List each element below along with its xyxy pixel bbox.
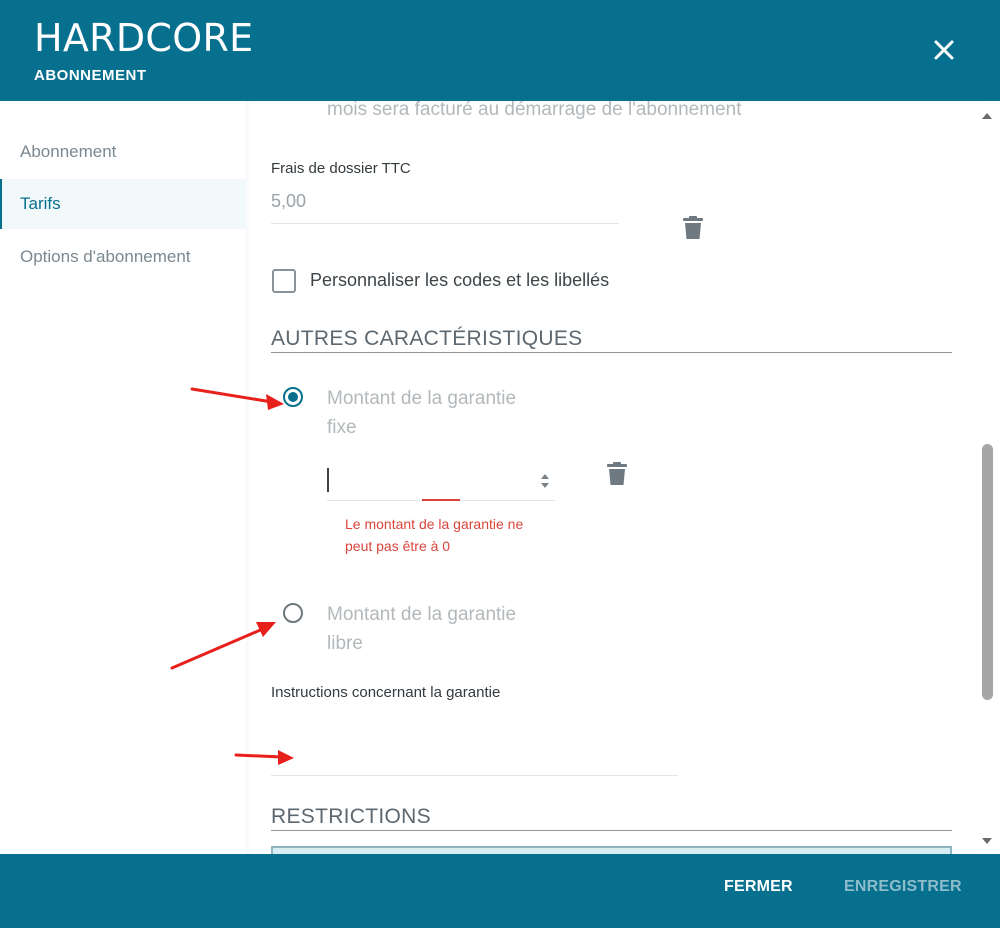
restrictions-panel[interactable] bbox=[271, 846, 952, 854]
content-scrollbar[interactable] bbox=[978, 101, 1000, 854]
spinner-arrows-icon[interactable] bbox=[540, 471, 550, 491]
close-icon bbox=[934, 40, 954, 60]
frais-input[interactable]: 5,00 bbox=[271, 191, 306, 212]
section-divider bbox=[271, 830, 952, 831]
fermer-button[interactable]: FERMER bbox=[724, 878, 793, 896]
partial-text: mois sera facturé au démarrage de l'abon… bbox=[327, 101, 742, 120]
enregistrer-button[interactable]: ENREGISTRER bbox=[844, 878, 962, 896]
autres-section-title: AUTRES CARACTÉRISTIQUES bbox=[271, 327, 583, 350]
garantie-error-2: peut pas être à 0 bbox=[345, 538, 451, 554]
garantie-fixe-label-2: fixe bbox=[327, 417, 357, 438]
scroll-thumb[interactable] bbox=[982, 444, 993, 700]
error-underline-accent bbox=[422, 499, 460, 501]
restrictions-section-title: RESTRICTIONS bbox=[271, 805, 431, 828]
sidebar-nav: Abonnement Tarifs Options d'abonnement bbox=[0, 101, 246, 854]
sidebar-item-label: Tarifs bbox=[20, 194, 61, 213]
trash-icon bbox=[607, 462, 627, 485]
garantie-fixe-label-1: Montant de la garantie bbox=[327, 388, 517, 409]
scroll-up-icon[interactable] bbox=[981, 111, 993, 121]
sidebar-item-label: Abonnement bbox=[20, 142, 117, 161]
text-cursor bbox=[327, 468, 329, 492]
trash-icon bbox=[683, 216, 703, 239]
sidebar-item-label: Options d'abonnement bbox=[20, 247, 191, 266]
instructions-label: Instructions concernant la garantie bbox=[271, 684, 501, 701]
frais-underline bbox=[271, 223, 619, 224]
garantie-error-1: Le montant de la garantie ne bbox=[345, 516, 524, 532]
instructions-textarea[interactable] bbox=[271, 711, 678, 775]
sidebar-item-abonnement[interactable]: Abonnement bbox=[0, 127, 246, 177]
close-button[interactable] bbox=[924, 30, 964, 70]
frais-label: Frais de dossier TTC bbox=[271, 160, 411, 177]
customize-checkbox-label: Personnaliser les codes et les libellés bbox=[310, 270, 610, 290]
delete-garantie-button[interactable] bbox=[606, 462, 628, 491]
scroll-down-icon[interactable] bbox=[981, 836, 993, 846]
garantie-libre-radio[interactable] bbox=[283, 603, 303, 623]
garantie-fixe-input[interactable] bbox=[327, 465, 555, 501]
content-panel: mois sera facturé au démarrage de l'abon… bbox=[246, 101, 978, 854]
delete-frais-button[interactable] bbox=[682, 216, 704, 245]
instructions-underline bbox=[271, 775, 678, 776]
dialog-header: HARDCORE ABONNEMENT bbox=[0, 0, 1000, 101]
garantie-fixe-radio[interactable] bbox=[283, 387, 303, 407]
radio-dot bbox=[288, 392, 298, 402]
sidebar-item-options[interactable]: Options d'abonnement bbox=[0, 232, 246, 282]
section-divider bbox=[271, 352, 952, 353]
garantie-libre-label-2: libre bbox=[327, 633, 363, 654]
customize-checkbox[interactable] bbox=[272, 269, 296, 293]
sidebar-item-tarifs[interactable]: Tarifs bbox=[0, 179, 246, 229]
dialog-footer: FERMER ENREGISTRER bbox=[0, 854, 1000, 928]
dialog-title: HARDCORE bbox=[34, 16, 254, 60]
garantie-libre-label-1: Montant de la garantie bbox=[327, 604, 517, 625]
dialog-subtitle: ABONNEMENT bbox=[34, 67, 147, 84]
